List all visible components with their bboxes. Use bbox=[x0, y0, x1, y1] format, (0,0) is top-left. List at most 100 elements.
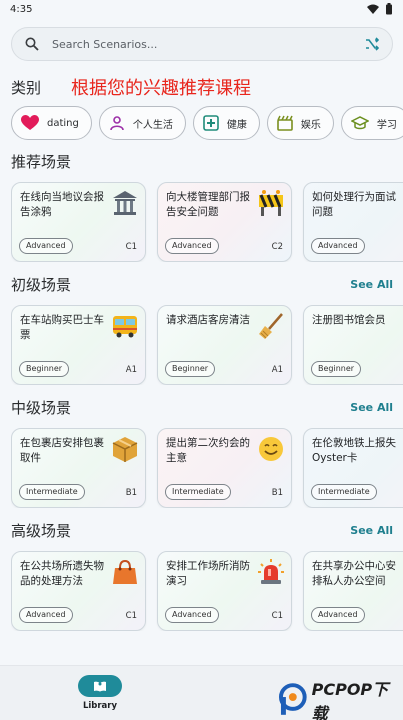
level-badge: Advanced bbox=[165, 238, 219, 254]
section-title: 推荐场景 bbox=[11, 152, 72, 171]
card-title: 在伦敦地铁上报失Oyster卡 bbox=[312, 437, 396, 464]
see-all-link[interactable]: See All bbox=[350, 401, 393, 414]
categories-header: 类别 根据您的兴趣推荐课程 bbox=[11, 74, 403, 100]
package-icon bbox=[112, 437, 138, 462]
chip-label: 个人生活 bbox=[132, 119, 173, 131]
level-badge: Advanced bbox=[311, 607, 365, 623]
level-badge: Advanced bbox=[19, 238, 73, 254]
library-pill[interactable] bbox=[78, 675, 122, 697]
scenario-card[interactable]: 在共享办公中心安排私人办公空间 Advanced bbox=[303, 551, 403, 631]
level-badge: Advanced bbox=[19, 607, 73, 623]
section-title: 初级场景 bbox=[11, 275, 72, 294]
scenario-card[interactable]: 在伦敦地铁上报失Oyster卡 Intermediate bbox=[303, 428, 403, 508]
section-intermediate-header: 中级场景 See All bbox=[11, 396, 393, 418]
card-title: 在车站购买巴士车票 bbox=[20, 314, 104, 341]
scenario-card[interactable]: 在公共场所遗失物品的处理方法 Advanced C1 bbox=[11, 551, 146, 631]
level-badge: Beginner bbox=[165, 361, 216, 377]
scenario-card[interactable]: 在车站购买巴士车票 Beginner A1 bbox=[11, 305, 146, 385]
category-chips: dating 个人生活 健康 娱乐 学习 bbox=[11, 106, 403, 142]
person-icon bbox=[110, 116, 124, 131]
level-badge: Advanced bbox=[165, 607, 219, 623]
grade-label: C1 bbox=[125, 242, 137, 252]
broom-icon bbox=[259, 313, 283, 339]
level-badge: Beginner bbox=[311, 361, 362, 377]
health-plus-icon bbox=[203, 115, 219, 131]
card-title: 注册图书馆会员 bbox=[312, 314, 386, 326]
card-title: 安排工作场所消防演习 bbox=[166, 560, 250, 587]
grade-label: C1 bbox=[125, 611, 137, 621]
chip-study[interactable]: 学习 bbox=[340, 106, 403, 140]
see-all-link[interactable]: See All bbox=[350, 278, 393, 291]
section-advanced-row: 在公共场所遗失物品的处理方法 Advanced C1 安排工作场所消防演习 Ad… bbox=[11, 551, 403, 631]
grade-label: A1 bbox=[125, 365, 137, 375]
recommendation-banner: 根据您的兴趣推荐课程 bbox=[71, 78, 252, 99]
chip-label: 娱乐 bbox=[300, 119, 321, 131]
government-building-icon bbox=[113, 191, 137, 215]
section-title: 中级场景 bbox=[11, 398, 72, 417]
status-time: 4:35 bbox=[10, 3, 33, 15]
library-book-icon bbox=[94, 681, 106, 692]
card-title: 在共享办公中心安排私人办公空间 bbox=[312, 560, 396, 587]
card-title: 向大楼管理部门报告安全问题 bbox=[166, 191, 250, 218]
bus-icon bbox=[113, 316, 137, 338]
card-title: 提出第二次约会的主意 bbox=[166, 437, 250, 464]
chip-label: 学习 bbox=[376, 119, 397, 131]
grade-label: B1 bbox=[271, 488, 283, 498]
grade-label: C1 bbox=[271, 611, 283, 621]
section-beginner-row: 在车站购买巴士车票 Beginner A1 请求酒店客房清洁 Beginner … bbox=[11, 305, 403, 385]
heart-icon bbox=[21, 115, 39, 130]
section-title: 高级场景 bbox=[11, 521, 72, 540]
construction-barrier-icon bbox=[259, 190, 283, 216]
chip-label: 健康 bbox=[226, 119, 247, 131]
shuffle-icon[interactable] bbox=[364, 36, 380, 52]
scenario-card[interactable]: 注册图书馆会员 Beginner bbox=[303, 305, 403, 385]
level-badge: Intermediate bbox=[165, 484, 231, 500]
card-title: 在包裹店安排包裹取件 bbox=[20, 437, 104, 464]
nav-library-label: Library bbox=[82, 701, 118, 711]
scenario-card[interactable]: 提出第二次约会的主意 Intermediate B1 bbox=[157, 428, 292, 508]
pcpop-logo-icon bbox=[278, 683, 307, 715]
chip-dating[interactable]: dating bbox=[11, 106, 92, 140]
section-recommended-row: 在线向当地议会报告涂鸦 Advanced C1 向大楼管理部门报告安全问题 Ad… bbox=[11, 182, 403, 262]
clapperboard-icon bbox=[277, 115, 293, 131]
scenario-card[interactable]: 安排工作场所消防演习 Advanced C1 bbox=[157, 551, 292, 631]
section-beginner-header: 初级场景 See All bbox=[11, 273, 393, 295]
scenario-card[interactable]: 请求酒店客房清洁 Beginner A1 bbox=[157, 305, 292, 385]
level-badge: Intermediate bbox=[311, 484, 377, 500]
smiling-face-icon bbox=[259, 437, 283, 461]
scenario-card[interactable]: 向大楼管理部门报告安全问题 Advanced C2 bbox=[157, 182, 292, 262]
search-icon[interactable] bbox=[24, 36, 40, 52]
level-badge: Beginner bbox=[19, 361, 70, 377]
section-intermediate-row: 在包裹店安排包裹取件 Intermediate B1 提出第二次约会的主意 In… bbox=[11, 428, 403, 508]
watermark-text: PCPOP下载 bbox=[311, 680, 389, 720]
section-advanced-header: 高级场景 See All bbox=[11, 519, 393, 541]
search-input[interactable]: Search Scenarios... bbox=[52, 38, 364, 51]
chip-label: dating bbox=[47, 117, 79, 129]
section-recommended-header: 推荐场景 bbox=[11, 150, 393, 172]
level-badge: Intermediate bbox=[19, 484, 85, 500]
handbag-icon bbox=[113, 559, 137, 584]
grade-label: A1 bbox=[271, 365, 283, 375]
siren-icon bbox=[258, 559, 284, 584]
scenario-card[interactable]: 在包裹店安排包裹取件 Intermediate B1 bbox=[11, 428, 146, 508]
card-title: 在公共场所遗失物品的处理方法 bbox=[20, 560, 104, 587]
grade-label: B1 bbox=[125, 488, 137, 498]
watermark-logo: PCPOP下载 bbox=[278, 680, 403, 720]
chip-entertainment[interactable]: 娱乐 bbox=[266, 106, 334, 140]
scenario-card[interactable]: 在线向当地议会报告涂鸦 Advanced C1 bbox=[11, 182, 146, 262]
search-bar[interactable]: Search Scenarios... bbox=[11, 27, 393, 61]
card-title: 请求酒店客房清洁 bbox=[166, 314, 250, 326]
chip-personal-life[interactable]: 个人生活 bbox=[98, 106, 186, 140]
status-bar: 4:35 bbox=[0, 0, 403, 18]
battery-icon bbox=[386, 3, 392, 15]
level-badge: Advanced bbox=[311, 238, 365, 254]
scenario-card[interactable]: 如何处理行为面试问题 Advanced bbox=[303, 182, 403, 262]
nav-library[interactable]: Library bbox=[78, 675, 122, 711]
wifi-icon bbox=[367, 4, 379, 14]
grade-label: C2 bbox=[271, 242, 283, 252]
graduation-cap-icon bbox=[350, 116, 369, 130]
card-title: 如何处理行为面试问题 bbox=[312, 191, 396, 218]
see-all-link[interactable]: See All bbox=[350, 524, 393, 537]
categories-title: 类别 bbox=[11, 78, 42, 97]
chip-health[interactable]: 健康 bbox=[192, 106, 260, 140]
